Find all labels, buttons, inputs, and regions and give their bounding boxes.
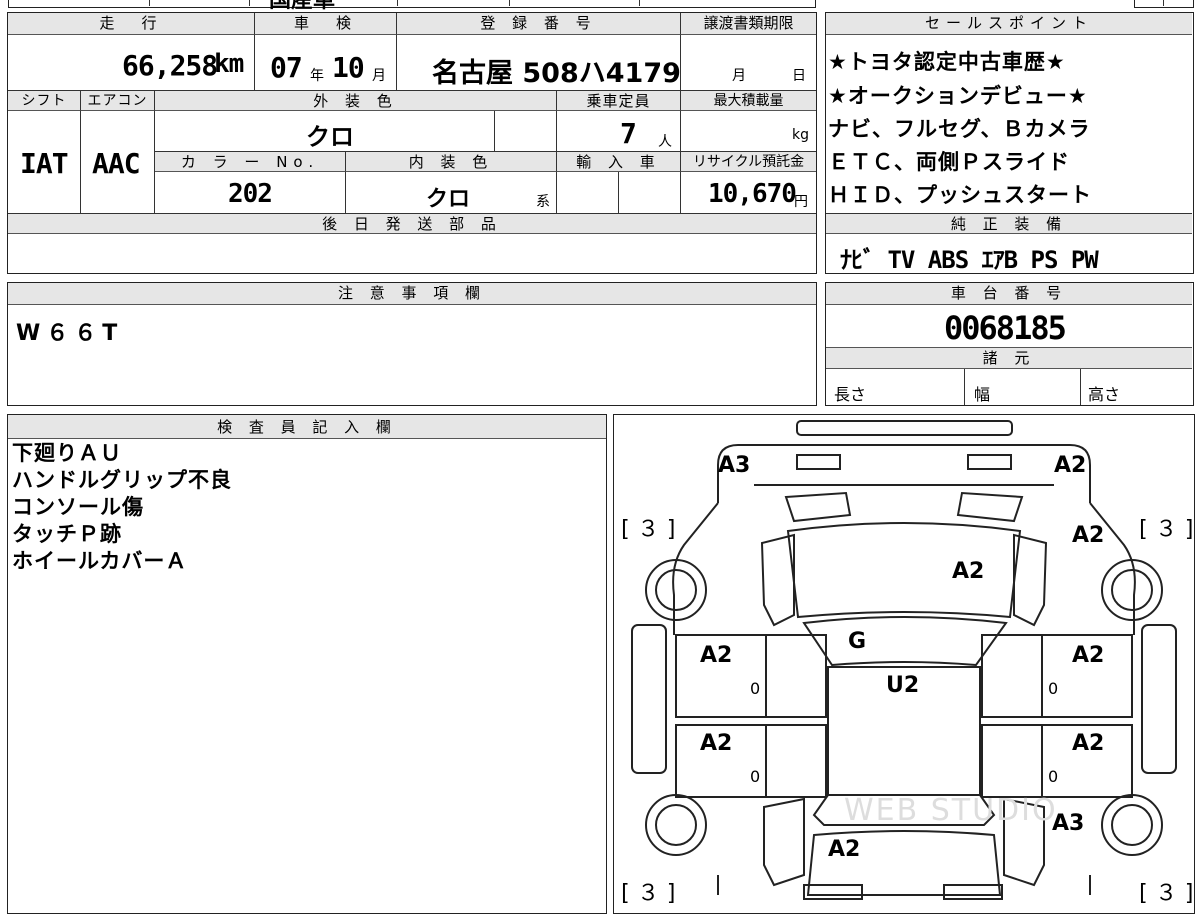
capacity-label: 乗車定員 (556, 91, 680, 111)
color-no-label: カ ラ ー No. (155, 152, 345, 172)
mark-zero-rr: 0 (1048, 767, 1059, 786)
deadline-month-unit: 月 (732, 68, 746, 84)
recycle-fee-value: 10,670 (708, 179, 797, 209)
mileage-label: 走 行 (8, 13, 254, 35)
interior-suffix: 系 (536, 194, 550, 210)
inspector-line-1: 下廻りＡＵ (12, 441, 122, 465)
inspector-line-2: ハンドルグリップ不良 (12, 468, 232, 492)
mark-fender-right: A2 (1072, 523, 1105, 548)
mark-zero-fl: 0 (750, 679, 761, 698)
mark-zero-fr: 0 (1048, 679, 1059, 698)
mark-rear: A2 (828, 837, 861, 862)
capacity-value: 7 (620, 117, 637, 150)
registration-label: 登 録 番 号 (396, 13, 680, 35)
year-unit: 年 (310, 68, 324, 84)
registration-number: 名古屋 508ハ4179 (432, 58, 681, 89)
mark-front-left: A3 (718, 453, 751, 478)
mileage-value: 66,258 (122, 49, 218, 82)
aircon-value: AAC (92, 147, 141, 180)
watermark: WEB STUDIO (844, 793, 1058, 828)
mark-hood: A2 (952, 559, 985, 584)
vehicle-table: 走 行 車 検 登 録 番 号 譲渡書類期限 66,258 km 07 年 10… (7, 12, 817, 274)
notes-box: 注 意 事 項 欄 W６６T (7, 282, 817, 406)
genuine-equipment-label: 純 正 装 備 (826, 214, 1192, 234)
tire-top-left: [３] (618, 517, 685, 542)
specs-label: 諸 元 (826, 347, 1192, 369)
interior-color-label: 内 装 色 (345, 152, 556, 172)
import-label: 輸 入 車 (556, 152, 680, 172)
recycle-fee-label: リサイクル預託金 (680, 152, 816, 172)
sales-points-label: セールスポイント (826, 13, 1192, 35)
aircon-label: エアコン (80, 91, 154, 111)
sales-point-3: ナビ、フルセグ、Ｂカメラ (828, 117, 1091, 141)
max-load-label: 最大積載量 (680, 91, 816, 111)
deadline-day-unit: 日 (792, 68, 806, 84)
chassis-number: 0068185 (944, 309, 1067, 347)
inspector-line-3: コンソール傷 (12, 495, 144, 519)
sales-point-4: ＥＴＣ、両側Ｐスライド (828, 150, 1070, 174)
mark-rear-right: A3 (1052, 811, 1085, 836)
genuine-equipment-value: ﾅﾋﾞ TV ABS ｴｱB PS PW (840, 246, 1099, 274)
exterior-color-value: クロ (306, 123, 354, 151)
month-unit: 月 (372, 68, 386, 84)
chassis-label: 車 台 番 号 (826, 283, 1192, 305)
sales-point-5: ＨＩＤ、プッシュスタート (828, 183, 1092, 207)
mark-door-rr: A2 (1072, 731, 1105, 756)
max-load-unit: kg (792, 127, 809, 143)
color-no-value: 202 (228, 179, 273, 209)
later-parts-label: 後 日 発 送 部 品 (8, 214, 816, 234)
inspection-label: 車 検 (254, 13, 396, 35)
tire-bottom-right: [３] (1136, 881, 1200, 906)
capacity-unit: 人 (658, 134, 672, 150)
transfer-deadline-label: 譲渡書類期限 (680, 13, 816, 35)
mark-windshield: G (848, 629, 867, 654)
interior-color-value: クロ (426, 187, 471, 212)
inspector-line-4: タッチＰ跡 (12, 522, 122, 546)
chassis-box: 車 台 番 号 0068185 諸 元 長さ 幅 高さ (825, 282, 1194, 406)
notes-label: 注 意 事 項 欄 (8, 283, 816, 305)
mark-door-fr: A2 (1072, 643, 1105, 668)
notes-value: W６６T (16, 321, 124, 346)
mark-front-right: A2 (1054, 453, 1087, 478)
mileage-unit: km (214, 49, 244, 79)
tire-bottom-left: [３] (618, 881, 685, 906)
top-strip-right (1134, 0, 1194, 8)
sales-point-2: ★オークションデビュー★ (828, 84, 1088, 108)
damage-diagram: WEB STUDIO [３] [３] [３] [３] A3 A2 A2 G U2… (613, 414, 1197, 914)
mark-door-fl: A2 (700, 643, 733, 668)
mark-zero-rl: 0 (750, 767, 761, 786)
shift-label: シフト (8, 91, 80, 111)
inspector-label: 検 査 員 記 入 欄 (8, 415, 606, 439)
top-strip: 国産車 (8, 0, 816, 13)
tire-top-right: [３] (1136, 517, 1200, 542)
recycle-fee-unit: 円 (794, 194, 808, 210)
spec-length: 長さ (834, 385, 867, 404)
sales-point-1: ★トヨタ認定中古車歴★ (828, 50, 1066, 74)
spec-width: 幅 (974, 385, 991, 404)
inspection-year: 07 (270, 51, 303, 84)
spec-height: 高さ (1088, 385, 1121, 404)
mark-door-rl: A2 (700, 731, 733, 756)
inspector-line-5: ホイールカバーＡ (12, 549, 188, 573)
shift-value: IAT (20, 147, 69, 180)
inspection-month: 10 (332, 51, 365, 84)
exterior-color-label: 外 装 色 (154, 91, 556, 111)
mark-roof: U2 (886, 673, 920, 698)
